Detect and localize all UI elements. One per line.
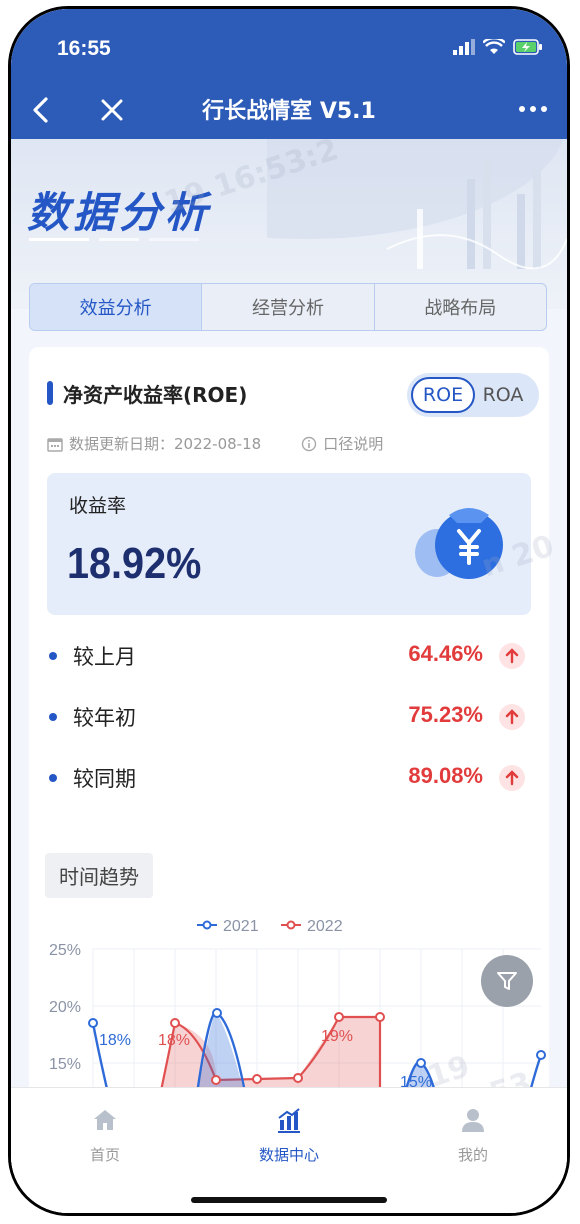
arrow-up-icon [499, 765, 525, 791]
nav-home[interactable]: 首页 [45, 1106, 165, 1165]
point-2021 [536, 1050, 546, 1060]
money-bag-icon [415, 508, 503, 579]
nav-mine[interactable]: 我的 [413, 1106, 533, 1165]
nav-label: 首页 [89, 1146, 120, 1164]
yield-box: 收益率 18.92% [47, 473, 531, 615]
signal-icon [453, 39, 475, 55]
y-tick-label: 15% [49, 1056, 81, 1073]
nav-data-center[interactable]: 数据中心 [229, 1106, 349, 1165]
banner-underline [29, 238, 199, 241]
toggle-roe[interactable]: ROE [411, 377, 475, 413]
yield-value: 18.92% [67, 539, 202, 588]
top-bar: 16:55 行长战情室 V5.1 [11, 9, 567, 139]
caliber-link[interactable]: 口径说明 [323, 433, 383, 454]
point-2022 [211, 1075, 221, 1085]
nav-label: 数据中心 [258, 1146, 319, 1164]
home-indicator[interactable] [191, 1197, 387, 1203]
point-2022 [170, 1018, 180, 1028]
point-2022 [375, 1012, 385, 1022]
roe-roa-toggle: ROE ROA [407, 373, 539, 417]
bullet-dot [49, 713, 57, 721]
point-2022 [293, 1073, 303, 1083]
arrow-up-icon [499, 704, 525, 730]
point-2021 [88, 1018, 98, 1028]
battery-charging-icon [513, 39, 542, 55]
update-date: 数据更新日期：2022-08-18 [69, 435, 262, 453]
legend-label-2021: 2021 [223, 918, 259, 935]
tab-operations[interactable]: 经营分析 [202, 284, 375, 330]
bullet-dot [49, 774, 57, 782]
yield-label: 收益率 [69, 495, 127, 517]
bar-chart-icon [278, 1108, 300, 1133]
screen: 16:55 行长战情室 V5.1 数据分析 效益分析 经营分析 战略布局 净资产 [11, 9, 567, 1213]
legend: 2021 2022 [197, 918, 343, 935]
nav-title: 行长战情室 V5.1 [202, 99, 376, 124]
compare-row-ytd: 较年初 75.23% [49, 698, 529, 738]
compare-row-month: 较上月 64.46% [49, 637, 529, 677]
tab-efficiency[interactable]: 效益分析 [30, 284, 203, 330]
wifi-icon [483, 39, 505, 54]
legend-label-2022: 2022 [307, 918, 343, 935]
bottom-nav: 首页 数据中心 我的 [11, 1087, 567, 1213]
compare-value: 75.23% [408, 702, 483, 727]
compare-label: 较上月 [73, 645, 136, 669]
point-2022 [334, 1012, 344, 1022]
point-2021 [416, 1058, 426, 1068]
close-icon[interactable] [99, 95, 125, 125]
meta-row: 数据更新日期：2022-08-18 口径说明 [47, 433, 383, 454]
title-accent-bar [47, 381, 53, 405]
roe-card: 净资产收益率(ROE) ROE ROA 数据更新日期：2022-08-18 口径… [29, 347, 549, 1115]
data-label-2021: 18% [99, 1032, 131, 1049]
data-label-2022: 18% [158, 1032, 190, 1049]
calendar-icon [47, 437, 63, 452]
legend-dot-2021 [202, 920, 212, 930]
point-2021 [212, 1008, 222, 1018]
compare-label: 较年初 [73, 706, 136, 730]
trend-label: 时间趋势 [45, 853, 153, 898]
user-icon [462, 1109, 484, 1132]
info-icon[interactable] [301, 436, 317, 452]
more-icon[interactable] [517, 99, 549, 119]
banner-title: 数据分析 [27, 188, 212, 237]
filter-icon [497, 972, 517, 990]
home-icon [94, 1110, 116, 1130]
back-icon[interactable] [29, 95, 53, 125]
segment-tabs: 效益分析 经营分析 战略布局 [29, 283, 547, 331]
arrow-up-icon [499, 643, 525, 669]
bullet-dot [49, 652, 57, 660]
compare-value: 64.46% [408, 641, 483, 666]
trend-chart: 2021 2022 25% 20% 15% 18% 18% 19% 15% [49, 918, 546, 1115]
compare-value: 89.08% [408, 763, 483, 788]
card-title: 净资产收益率(ROE) [63, 383, 248, 407]
tab-strategy[interactable]: 战略布局 [375, 284, 546, 330]
phone-frame: 16:55 行长战情室 V5.1 数据分析 效益分析 经营分析 战略布局 净资产 [8, 6, 570, 1216]
status-icons [453, 37, 543, 57]
compare-row-yoy: 较同期 89.08% [49, 759, 529, 799]
data-label-2022: 19% [321, 1028, 353, 1045]
compare-label: 较同期 [73, 767, 136, 791]
y-tick-label: 25% [49, 942, 81, 959]
legend-dot-2022 [286, 920, 296, 930]
y-tick-label: 20% [49, 999, 81, 1016]
filter-button[interactable] [481, 955, 533, 1007]
status-time: 16:55 [57, 37, 111, 60]
toggle-roa[interactable]: ROA [473, 377, 533, 413]
nav-label: 我的 [457, 1146, 488, 1164]
point-2022 [252, 1074, 262, 1084]
